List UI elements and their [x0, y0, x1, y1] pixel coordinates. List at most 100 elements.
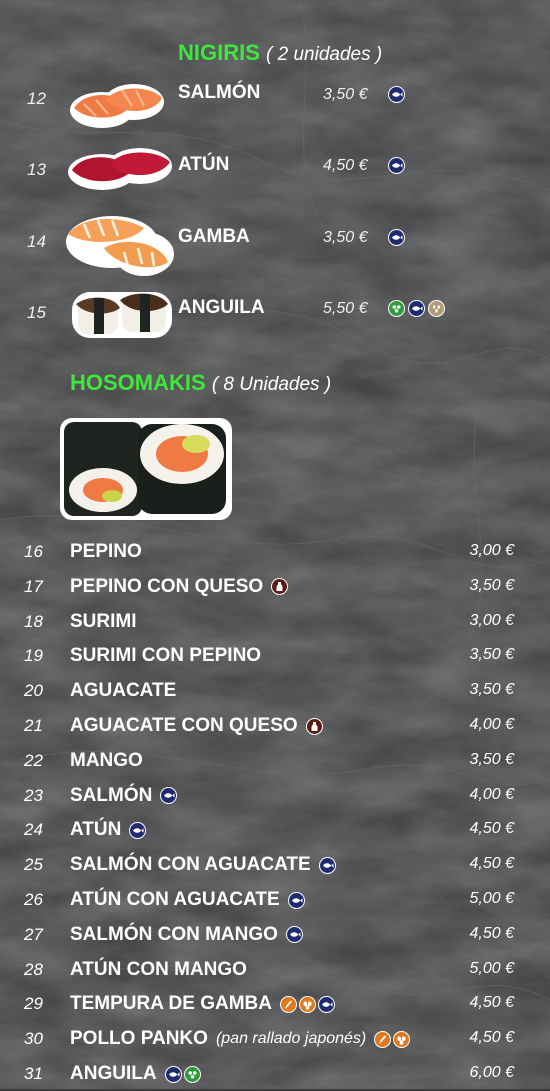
hosomaki-item-30: 30 POLLO PANKO (pan rallado japonés) 4,50 €: [0, 1022, 550, 1056]
item-number: 18: [24, 611, 43, 631]
item-name: SURIMI CON PEPINO: [70, 645, 262, 667]
item-name: ATÚN: [178, 154, 230, 175]
fish-allergen-icon: [164, 1065, 182, 1083]
item-price: 4,50 €: [323, 157, 368, 174]
item-price: 3,00 €: [469, 542, 514, 559]
hosomaki-item-22: 22 MANGO 3,50 €: [0, 744, 550, 778]
hosomaki-item-21: 21 AGUACATE CON QUESO 4,00 €: [0, 709, 550, 743]
item-name-group: SURIMI: [70, 611, 137, 633]
egg-allergen-icon: [298, 995, 316, 1013]
hosomaki-item-20: 20 AGUACATE 3,50 €: [0, 674, 550, 708]
hosomaki-item-16: 16 PEPINO 3,00 €: [0, 535, 550, 569]
hosomaki-item-27: 27 SALMÓN CON MANGO 4,50 €: [0, 918, 550, 952]
item-number: 15: [27, 303, 46, 322]
item-name: AGUACATE CON QUESO: [70, 715, 298, 736]
item-number: 13: [27, 160, 46, 179]
hosomaki-item-26: 26 ATÚN CON AGUACATE 5,00 €: [0, 883, 550, 917]
item-number: 25: [24, 855, 43, 875]
hosomakis-quantity: ( 8 Unidades ): [211, 374, 332, 395]
item-name-group: POLLO PANKO (pan rallado japonés): [70, 1028, 411, 1050]
item-name-group: SALMÓN CON MANGO: [70, 924, 303, 946]
item-name: MANGO: [70, 749, 143, 771]
item-name-group: MANGO: [70, 750, 143, 772]
item-name: ANGUILA: [178, 297, 265, 318]
item-name-group: ATÚN CON AGUACATE: [70, 889, 305, 911]
hosomaki-item-24: 24 ATÚN 4,50 €: [0, 813, 550, 847]
item-name-group: TEMPURA DE GAMBA: [70, 993, 335, 1015]
item-price: 4,00 €: [469, 716, 514, 733]
item-name-group: AGUACATE: [70, 680, 176, 702]
item-price: 3,50 €: [323, 229, 368, 246]
item-name: PEPINO CON QUESO: [70, 575, 264, 597]
hosomaki-item-25: 25 SALMÓN CON AGUACATE 4,50 €: [0, 848, 550, 882]
item-number: 23: [24, 785, 43, 805]
hosomaki-image: [60, 418, 232, 520]
item-price: 3,50 €: [469, 576, 514, 594]
item-number: 30: [24, 1029, 43, 1049]
item-name: TEMPURA DE GAMBA: [70, 993, 272, 1015]
item-name: SALMÓN CON AGUACATE: [70, 854, 311, 876]
item-number: 16: [24, 542, 43, 561]
celery-allergen-icon: [183, 1065, 201, 1083]
item-number: 20: [24, 681, 43, 701]
hosomakis-section-title: HOSOMAKIS ( 8 Unidades ): [70, 370, 331, 396]
item-name-group: PEPINO: [70, 541, 142, 563]
item-number: 17: [24, 576, 43, 596]
item-name: SURIMI: [70, 610, 137, 632]
celery-allergen-icon: [388, 300, 405, 317]
item-number: 28: [24, 959, 43, 979]
item-name: AGUACATE: [70, 680, 177, 702]
item-name: SALMÓN: [70, 784, 153, 806]
item-name-group: SALMÓN: [70, 784, 178, 807]
fish-allergen-icon: [287, 891, 305, 909]
hosomaki-item-31: 31 ANGUILA 6,00 €: [0, 1057, 550, 1091]
item-name-group: ATÚN: [70, 819, 147, 841]
milk-allergen-icon: [305, 717, 323, 735]
fish-allergen-icon: [388, 229, 405, 246]
item-name: GAMBA: [178, 226, 250, 247]
item-name-group: ANGUILA: [70, 1063, 201, 1085]
item-number: 29: [24, 994, 43, 1014]
nigiris-section-title: NIGIRIS ( 2 unidades ): [178, 40, 382, 66]
item-number: 31: [24, 1064, 43, 1083]
item-price: 3,50 €: [469, 646, 514, 664]
fish-allergen-icon: [160, 787, 178, 805]
item-name: SALMÓN CON MANGO: [70, 923, 278, 945]
item-price: 4,50 €: [469, 855, 514, 873]
fish-allergen-icon: [388, 157, 405, 174]
item-note: (pan rallado japonés): [215, 1030, 367, 1048]
nigiris-quantity: ( 2 unidades ): [266, 44, 383, 65]
item-price: 5,00 €: [469, 890, 514, 907]
hosomaki-item-23: 23 SALMÓN 4,00 €: [0, 779, 550, 813]
item-price: 4,50 €: [469, 1029, 514, 1047]
item-name-group: SALMÓN CON AGUACATE: [70, 854, 336, 876]
item-price: 4,50 €: [469, 994, 514, 1012]
fish-allergen-icon: [408, 300, 425, 317]
sesame-allergen-icon: [428, 300, 445, 317]
shrimp-nigiri-image: [66, 216, 174, 276]
item-name: ANGUILA: [70, 1063, 157, 1084]
item-name-group: PEPINO CON QUESO: [70, 575, 289, 598]
fish-allergen-icon: [129, 821, 147, 839]
item-price: 4,50 €: [469, 820, 514, 838]
gluten-allergen-icon: [374, 1030, 392, 1048]
item-name-group: ATÚN CON MANGO: [70, 959, 247, 981]
item-number: 24: [24, 820, 43, 840]
fish-allergen-icon: [317, 995, 335, 1013]
fish-allergen-icon: [318, 856, 336, 874]
item-name: POLLO PANKO: [70, 1028, 208, 1050]
item-price: 3,50 €: [469, 681, 514, 699]
item-name: ATÚN CON AGUACATE: [70, 889, 280, 910]
hosomaki-item-17: 17 PEPINO CON QUESO 3,50 €: [0, 570, 550, 604]
tuna-nigiri-image: [68, 148, 172, 190]
item-price: 4,00 €: [469, 785, 514, 803]
item-price: 3,50 €: [469, 750, 514, 768]
item-number: 19: [24, 646, 43, 666]
item-number: 12: [27, 89, 46, 108]
hosomakis-title: HOSOMAKIS: [70, 370, 206, 395]
item-name: PEPINO: [70, 541, 142, 562]
item-number: 27: [24, 924, 43, 944]
eel-nigiri-image: [72, 292, 172, 338]
gluten-allergen-icon: [279, 995, 297, 1013]
item-number: 22: [24, 750, 43, 770]
